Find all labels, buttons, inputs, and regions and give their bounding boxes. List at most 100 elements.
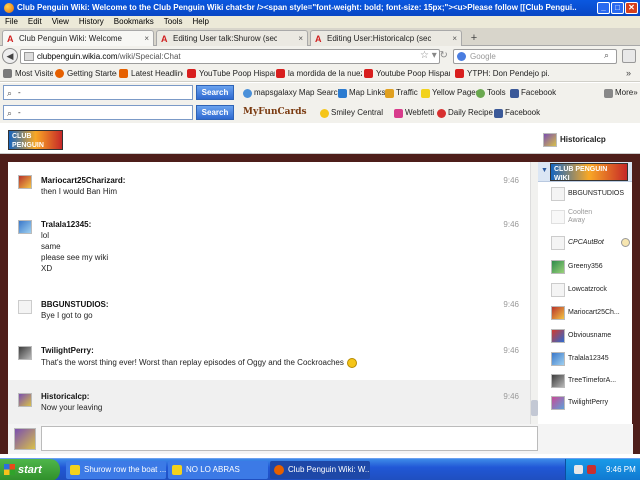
user-list-item[interactable]: Greeny356 (551, 259, 631, 277)
bookmark-item[interactable]: YTPH: Don Pendejo pi... (455, 66, 550, 82)
user-list-item[interactable]: Obviousname (551, 328, 631, 346)
tab-close-icon[interactable]: × (298, 31, 303, 46)
toolbar-input-value: - (18, 88, 21, 97)
room-header[interactable]: ▼ CLUB PENGUIN WIKI (538, 162, 632, 182)
google-search-input[interactable]: Google (453, 49, 617, 64)
avatar (551, 396, 565, 410)
toolbar-search-input[interactable]: ⌕ - (3, 105, 193, 120)
avatar (551, 283, 565, 297)
map-search-button[interactable]: mapsgalaxy Map Search (243, 83, 342, 103)
user-name: Obviousname (568, 332, 612, 339)
tab-chat[interactable]: A Club Penguin Wiki: Welcome to the Club… (2, 30, 154, 47)
bookmark-item[interactable]: Getting Started (55, 66, 117, 82)
new-tab-button[interactable]: + (466, 31, 482, 45)
bookmark-label: YTPH: Don Pendejo pi... (467, 69, 550, 78)
firefox-icon (4, 3, 14, 13)
bookmark-item[interactable]: la mordida de la nuez ... (276, 66, 362, 82)
toolbar-item-label: Traffic (396, 88, 418, 97)
map-icon (338, 89, 347, 98)
myfuncards-toolbar: ⌕ - Search MyFunCards Smiley Central Webf… (0, 103, 640, 123)
message-text: That's the worst thing ever! Worst than … (41, 358, 344, 368)
user-list: ▼ CLUB PENGUIN WIKI BBGUNSTUDIOS Coolten… (538, 162, 632, 424)
club-penguin-wiki-logo[interactable]: CLUB PENGUIN WIKI (8, 130, 63, 150)
menu-edit[interactable]: Edit (23, 16, 47, 28)
chat-moderator-icon (621, 238, 630, 247)
facebook-button[interactable]: Facebook (494, 103, 540, 123)
user-list-item[interactable]: Lowcatzrock (551, 282, 631, 300)
tab-close-icon[interactable]: × (452, 31, 457, 46)
message-author: BBGUNSTUDIOS: (41, 300, 109, 309)
facebook-icon (494, 109, 503, 118)
user-name: CPCAutBot (568, 239, 604, 246)
map-links-button[interactable]: Map Links (338, 83, 385, 103)
chat-input[interactable] (41, 426, 538, 451)
current-user-name: Historicalcp (560, 135, 606, 144)
traffic-button[interactable]: Traffic (385, 83, 419, 103)
toolbar-search-button[interactable]: Search (196, 85, 234, 100)
current-user[interactable]: Historicalcp (543, 132, 633, 148)
home-button[interactable] (622, 49, 636, 63)
avatar (18, 393, 32, 407)
user-list-item[interactable]: TreeTimeforA... (551, 373, 631, 391)
yellow-pages-button[interactable]: Yellow Pages (421, 83, 480, 103)
message-author: TwilightPerry: (41, 346, 94, 355)
menu-help[interactable]: Help (187, 16, 213, 28)
search-icon[interactable]: ⌕ (604, 50, 609, 61)
tools-button[interactable]: Tools (476, 83, 508, 103)
antivirus-icon[interactable] (587, 465, 596, 474)
firefox-icon (55, 69, 64, 78)
toolbar-search-input[interactable]: ⌕ - (3, 85, 193, 100)
taskbar-button[interactable]: Shurow row the boat ... (66, 461, 166, 479)
user-list-item[interactable]: CPCAutBot (551, 235, 631, 253)
user-name: Mariocart25Ch... (568, 309, 620, 316)
bookmark-item[interactable]: Youtube Poop Hispan... (364, 66, 450, 82)
smiley-central-button[interactable]: Smiley Central (320, 103, 390, 123)
tab-edit-shurow[interactable]: A Editing User talk:Shurow (section) - C… (156, 30, 308, 46)
user-list-item[interactable]: BBGUNSTUDIOS (551, 186, 631, 204)
user-list-item[interactable]: Tralala12345 (551, 351, 631, 369)
clock[interactable]: 9:46 PM (606, 459, 636, 480)
site-identity-icon (24, 52, 34, 61)
gear-icon (476, 89, 485, 98)
myfuncards-logo[interactable]: MyFunCards (243, 107, 307, 117)
bookmark-item[interactable]: Latest Headlines (119, 66, 183, 82)
taskbar-label: NO LO ABRAS (186, 465, 240, 474)
taskbar-button[interactable]: Club Penguin Wiki: W... (270, 461, 370, 479)
bookmark-item[interactable]: Most Visited (3, 66, 53, 82)
rss-icon (119, 69, 128, 78)
toolbar-search-button[interactable]: Search (196, 105, 234, 120)
menu-tools[interactable]: Tools (159, 16, 188, 28)
bookmark-star-icon[interactable]: ☆ ▾ ↻ (420, 50, 448, 61)
scrollbar-thumb[interactable] (531, 400, 538, 416)
user-list-item[interactable]: TwilightPerry (551, 395, 631, 413)
menu-history[interactable]: History (74, 16, 109, 28)
facebook-button[interactable]: Facebook (510, 83, 556, 103)
start-button[interactable]: start (0, 459, 60, 480)
network-icon[interactable] (574, 465, 583, 474)
menu-bookmarks[interactable]: Bookmarks (109, 16, 159, 28)
url-bar[interactable]: clubpenguin.wikia.com/wiki/Special:Chat (20, 49, 440, 64)
menu-view[interactable]: View (47, 16, 74, 28)
more-button[interactable]: More» (604, 83, 638, 103)
maximize-button[interactable]: □ (611, 2, 624, 14)
smiley-icon (346, 358, 357, 368)
minimize-button[interactable]: _ (597, 2, 610, 14)
taskbar-button[interactable]: NO LO ABRAS (168, 461, 268, 479)
collapse-arrow-icon[interactable]: ▼ (541, 167, 548, 174)
bookmark-item[interactable]: YouTube Poop Hispan... (187, 66, 275, 82)
bookmark-label: YouTube Poop Hispan... (199, 69, 275, 78)
avatar (551, 374, 565, 388)
user-list-item[interactable]: Mariocart25Ch... (551, 305, 631, 323)
tab-close-icon[interactable]: × (144, 31, 149, 46)
bookmarks-overflow-icon[interactable]: » (626, 68, 631, 78)
wikia-icon: A (315, 34, 322, 44)
user-list-item[interactable]: Coolten Away (551, 208, 631, 230)
window-title: Club Penguin Wiki: Welcome to the Club P… (17, 3, 577, 12)
tab-edit-historicalcp[interactable]: A Editing User:Historicalcp (section) - … (310, 30, 462, 46)
back-button[interactable]: ◀ (2, 48, 18, 64)
avatar (14, 428, 36, 450)
webfetti-button[interactable]: Webfetti (394, 103, 436, 123)
close-button[interactable]: ✕ (625, 2, 638, 14)
daily-recipe-button[interactable]: Daily Recipe (437, 103, 493, 123)
menu-file[interactable]: File (0, 16, 23, 28)
